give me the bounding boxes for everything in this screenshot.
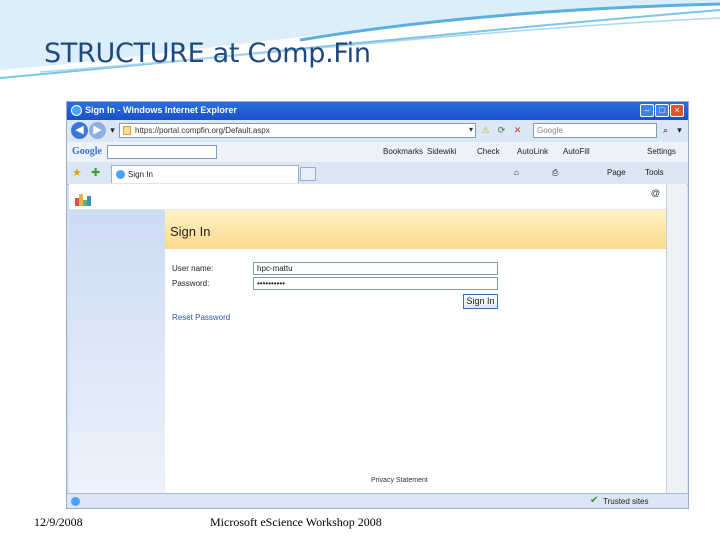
footer-date: 12/9/2008 <box>34 515 83 529</box>
search-input[interactable]: Google <box>533 123 657 138</box>
google-search-input[interactable] <box>107 145 217 159</box>
page-header: @ <box>69 184 666 210</box>
google-logo: Google <box>72 146 102 157</box>
signin-form: User name: hpc-mattu Password: •••••••••… <box>165 249 666 493</box>
add-favorites-icon[interactable]: ✚ <box>91 166 100 179</box>
stop-icon[interactable]: ✕ <box>511 124 524 137</box>
page-menu[interactable]: Page <box>607 168 626 177</box>
password-label: Password: <box>172 279 210 288</box>
username-field[interactable]: hpc-mattu <box>253 262 498 275</box>
maximize-button[interactable]: □ <box>655 104 669 117</box>
window-title: Sign In - Windows Internet Explorer <box>85 105 237 115</box>
back-button[interactable]: ◀ <box>71 122 88 139</box>
app-logo-icon <box>75 194 91 206</box>
forward-button[interactable]: ▶ <box>89 122 106 139</box>
search-icon[interactable]: ⌕ <box>659 124 672 137</box>
refresh-icon[interactable]: ⟳ <box>495 124 508 137</box>
slide-title: STRUCTURE at Comp.Fin <box>44 38 371 69</box>
certificate-icon[interactable]: ⚠ <box>479 124 492 137</box>
tab-bar: ★ ✚ Sign In ⌂ ⎙ Page Tools <box>67 162 688 185</box>
recent-pages-icon[interactable]: ▾ <box>106 124 119 137</box>
tab-sign-in[interactable]: Sign In <box>111 165 299 183</box>
zone-status: Trusted sites <box>603 497 649 506</box>
new-tab-button[interactable] <box>300 167 316 181</box>
bookmarks-button[interactable]: Bookmarks <box>383 147 423 156</box>
print-icon[interactable]: ⎙ <box>552 168 558 178</box>
status-page-icon <box>71 497 80 506</box>
address-field[interactable]: https://portal.compfin.org/Default.aspx … <box>119 123 476 138</box>
username-label: User name: <box>172 264 214 273</box>
trusted-check-icon: ✔ <box>590 495 599 506</box>
favorites-star-icon[interactable]: ★ <box>72 166 82 179</box>
address-toolbar: ◀ ▶ ▾ https://portal.compfin.org/Default… <box>67 120 688 143</box>
tab-label: Sign In <box>128 170 153 179</box>
browser-window: Sign In - Windows Internet Explorer – □ … <box>66 101 689 509</box>
check-button[interactable]: Check <box>477 147 500 156</box>
address-dropdown-icon[interactable]: ▾ <box>469 125 473 134</box>
search-placeholder: Google <box>537 126 563 135</box>
sign-in-button[interactable]: Sign In <box>463 294 498 309</box>
autolink-button[interactable]: AutoLink <box>517 147 548 156</box>
url-text: https://portal.compfin.org/Default.aspx <box>135 126 270 135</box>
sidewiki-button[interactable]: Sidewiki <box>427 147 456 156</box>
left-pane <box>69 210 165 493</box>
settings-button[interactable]: Settings <box>647 147 676 156</box>
signin-header: Sign In <box>165 210 666 249</box>
privacy-link[interactable]: Privacy Statement <box>371 477 428 484</box>
search-options-icon[interactable]: ▾ <box>673 124 686 137</box>
close-button[interactable]: × <box>670 104 684 117</box>
page-icon <box>123 126 131 135</box>
window-titlebar: Sign In - Windows Internet Explorer – □ … <box>67 102 688 120</box>
google-toolbar: Google Bookmarks Sidewiki Check AutoLink… <box>67 142 688 163</box>
reset-password-link[interactable]: Reset Password <box>172 313 230 322</box>
tab-page-icon <box>116 170 125 179</box>
footer-event: Microsoft eScience Workshop 2008 <box>210 515 382 529</box>
vertical-scrollbar[interactable] <box>666 184 687 493</box>
minimize-button[interactable]: – <box>640 104 654 117</box>
page-title: Sign In <box>170 224 211 239</box>
status-bar: ✔ Trusted sites <box>67 493 688 508</box>
page-viewport: @ Sign In User name: hpc-mattu Password:… <box>69 184 666 493</box>
home-icon[interactable]: ⌂ <box>514 168 519 177</box>
password-field[interactable]: •••••••••• <box>253 277 498 290</box>
help-icon[interactable]: @ <box>651 188 660 198</box>
tools-menu[interactable]: Tools <box>645 168 664 177</box>
ie-logo-icon <box>71 105 82 116</box>
autofill-button[interactable]: AutoFill <box>563 147 590 156</box>
